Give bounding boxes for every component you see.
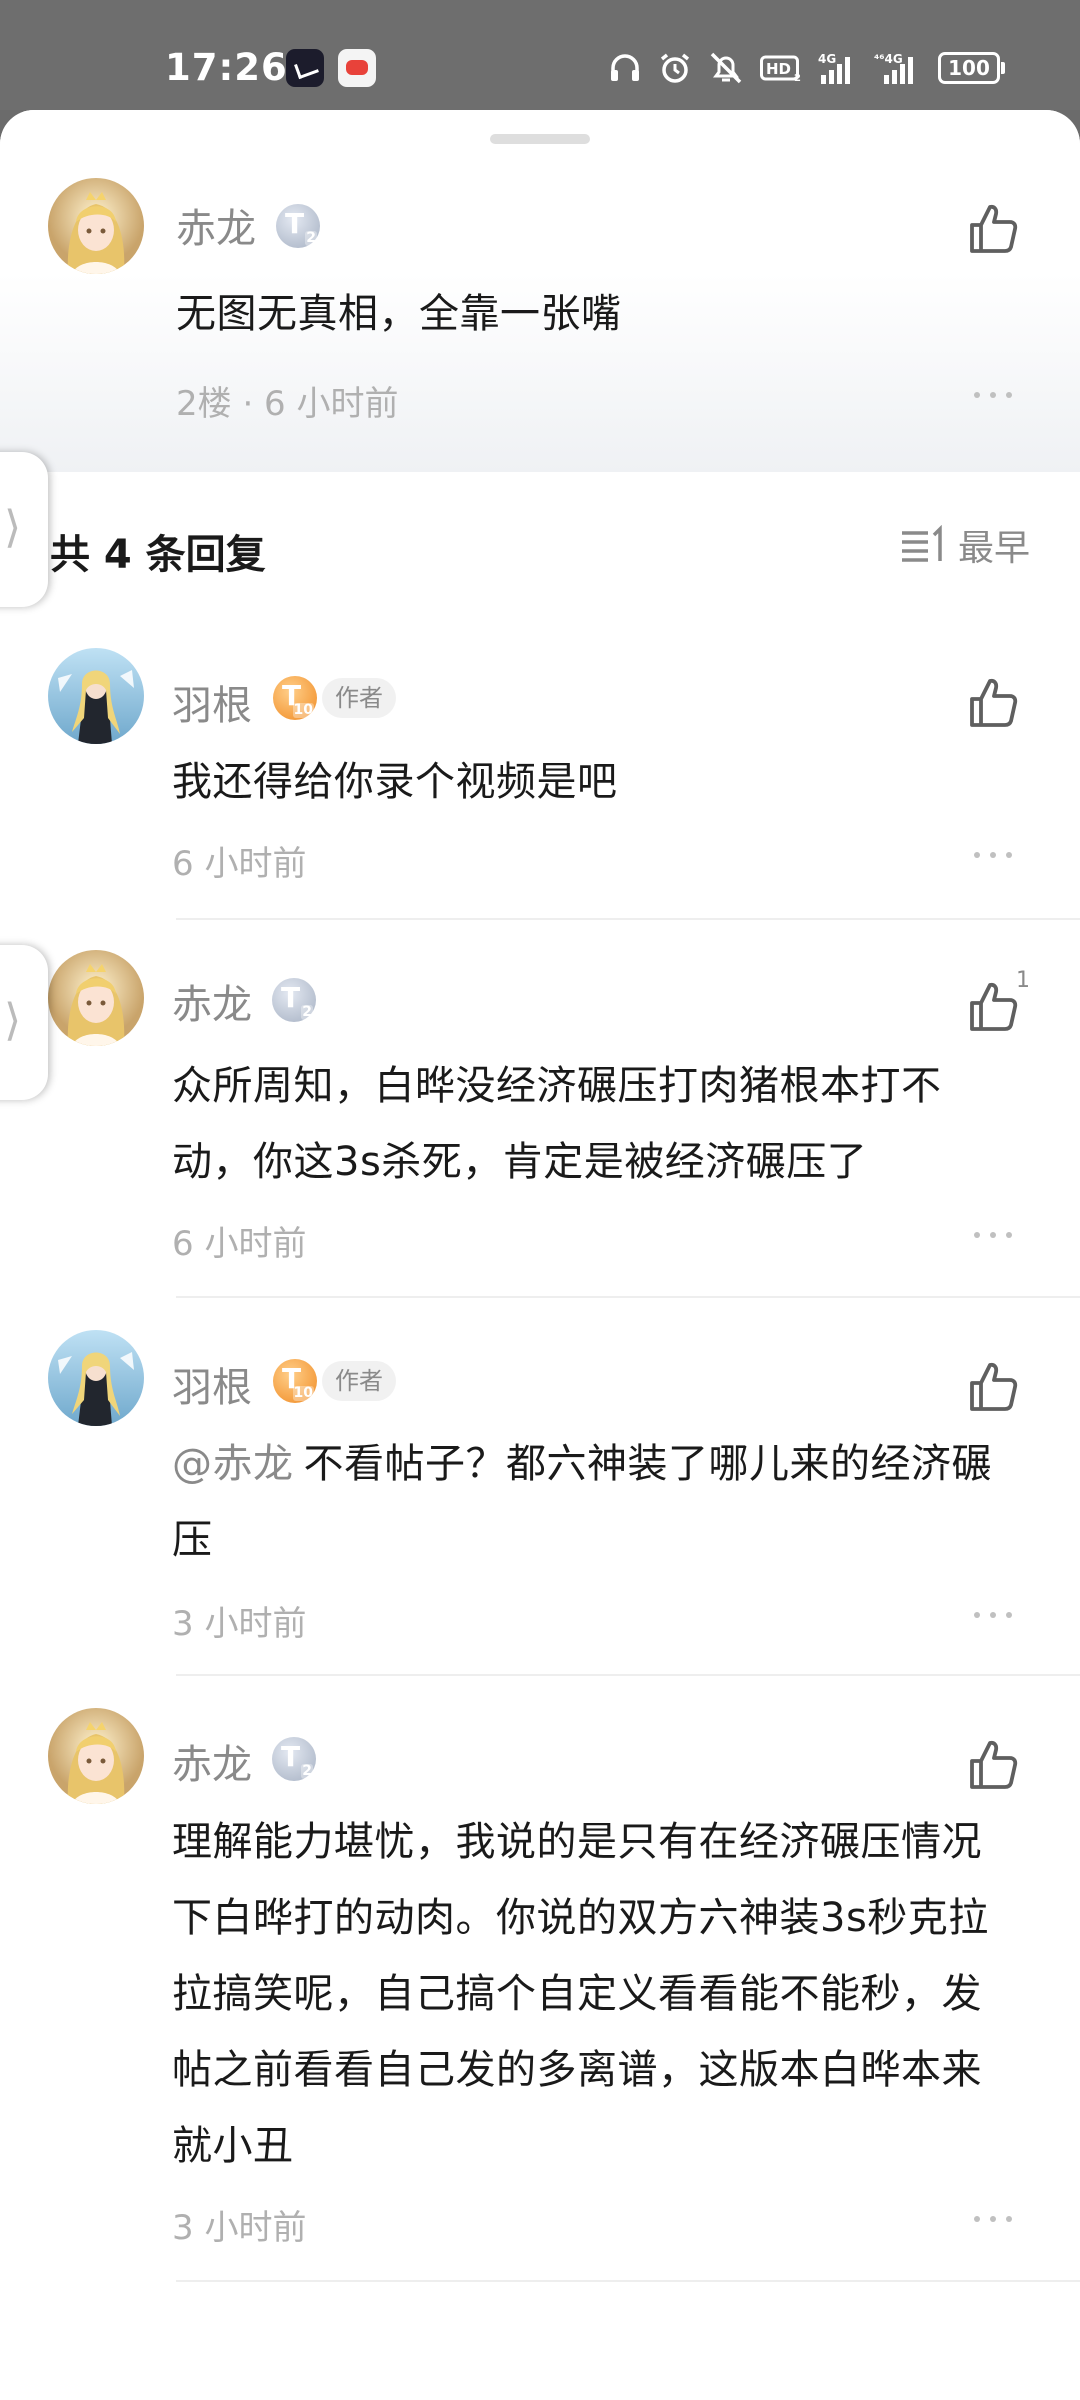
comment-line: 帖之前看看自己发的多离谱，这版本白晔本来 <box>172 2047 982 2093</box>
like-icon[interactable] <box>962 198 1022 258</box>
comment-line: 压 <box>172 1517 213 1563</box>
username[interactable]: 赤龙 <box>172 1732 252 1790</box>
username[interactable]: 羽根 <box>172 673 252 731</box>
comment-content: @赤龙 不看帖子？都六神装了哪儿来的经济碾 压 <box>172 1426 992 1578</box>
status-bar: 17:26 HD 2 4G ⁴⁶4G 100 <box>0 0 1080 110</box>
drag-handle[interactable] <box>490 134 590 144</box>
comment-time: 6 小时前 <box>172 1224 307 1264</box>
comment-content: 无图无真相，全靠一张嘴 <box>176 291 622 337</box>
divider <box>176 1674 1080 1676</box>
avatar[interactable] <box>48 950 144 1046</box>
hd-icon: HD2 <box>760 55 801 83</box>
avatar[interactable] <box>48 1708 144 1804</box>
level-badge: T 10 <box>273 1359 317 1403</box>
avatar[interactable] <box>48 648 144 744</box>
svg-text:4G: 4G <box>818 52 836 66</box>
author-tag: 作者 <box>322 678 396 718</box>
sort-button[interactable]: 最早 <box>898 520 1030 570</box>
sort-icon <box>901 525 942 562</box>
side-expand-tab[interactable]: ⟩ <box>0 452 48 607</box>
username[interactable]: 赤龙 <box>172 972 252 1030</box>
comment-line: 拉搞笑呢，自己搞个自定义看看能不能秒，发 <box>172 1971 982 2017</box>
level-badge: T2 <box>276 204 320 248</box>
like-count: 1 <box>1016 968 1030 993</box>
comment-time: 6 小时前 <box>172 844 307 884</box>
more-options-icon[interactable] <box>966 1600 1026 1630</box>
wechat-app-icon <box>286 49 324 87</box>
comment-meta: 2楼 · 6 小时前 <box>176 384 399 424</box>
divider <box>176 918 1080 920</box>
comment-line: 众所周知，白晔没经济碾压打肉猪根本打不 <box>172 1063 942 1109</box>
comment-line: 理解能力堪忧，我说的是只有在经济碾压情况 <box>172 1819 982 1865</box>
alarm-icon <box>660 53 690 83</box>
comment-line: 动，你这3s杀死，肯定是被经济碾压了 <box>172 1139 868 1185</box>
divider <box>176 2280 1080 2282</box>
like-icon[interactable] <box>962 976 1022 1036</box>
more-options-icon[interactable] <box>966 1220 1026 1250</box>
mute-icon <box>710 52 742 84</box>
username[interactable]: 赤龙 <box>176 196 256 254</box>
like-icon[interactable] <box>962 672 1022 732</box>
game-app-icon <box>338 49 376 87</box>
comment-content: 众所周知，白晔没经济碾压打肉猪根本打不 动，你这3s杀死，肯定是被经济碾压了 <box>172 1048 942 1200</box>
comment-content: 我还得给你录个视频是吧 <box>172 759 618 805</box>
more-options-icon[interactable] <box>966 380 1026 410</box>
comment-line: 下白晔打的动肉。你说的双方六神装3s秒克拉 <box>172 1895 989 1941</box>
avatar[interactable] <box>48 178 144 274</box>
comment-time: 3 小时前 <box>172 1604 307 1644</box>
4g-signal-icon: 4G <box>818 52 850 84</box>
like-icon[interactable] <box>962 1734 1022 1794</box>
svg-text:⁴⁶4G: ⁴⁶4G <box>874 52 903 66</box>
divider <box>176 1296 1080 1298</box>
replies-sheet: 赤龙 T2 无图无真相，全靠一张嘴 2楼 · 6 小时前 共 4 条回复 最早 … <box>0 110 1080 2400</box>
more-options-icon[interactable] <box>966 2204 1026 2234</box>
like-icon[interactable] <box>962 1356 1022 1416</box>
status-icons: HD 2 4G ⁴⁶4G 100 <box>608 48 1005 88</box>
username[interactable]: 羽根 <box>172 1355 252 1413</box>
level-badge: T 10 <box>273 676 317 720</box>
comment-content: 理解能力堪忧，我说的是只有在经济碾压情况 下白晔打的动肉。你说的双方六神装3s秒… <box>172 1804 989 2184</box>
comment-line: 就小丑 <box>172 2123 294 2169</box>
status-time: 17:26 <box>165 46 288 89</box>
side-expand-tab[interactable]: ⟩ <box>0 945 48 1100</box>
sort-label: 最早 <box>957 528 1030 569</box>
battery-icon: 100 <box>938 52 1005 84</box>
more-options-icon[interactable] <box>966 840 1026 870</box>
svg-text:HD: HD <box>766 60 791 78</box>
author-tag: 作者 <box>322 1361 396 1401</box>
avatar[interactable] <box>48 1330 144 1426</box>
headphones-icon <box>611 54 639 81</box>
replies-count-title: 共 4 条回复 <box>50 532 266 578</box>
svg-text:2: 2 <box>794 73 801 83</box>
mention-link[interactable]: @赤龙 <box>172 1441 294 1487</box>
level-badge: T2 <box>272 978 316 1022</box>
4g-signal-icon-2: ⁴⁶4G <box>874 52 913 84</box>
comment-time: 3 小时前 <box>172 2208 307 2248</box>
level-badge: T2 <box>272 1737 316 1781</box>
comment-line: @赤龙 不看帖子？都六神装了哪儿来的经济碾 <box>172 1441 992 1487</box>
